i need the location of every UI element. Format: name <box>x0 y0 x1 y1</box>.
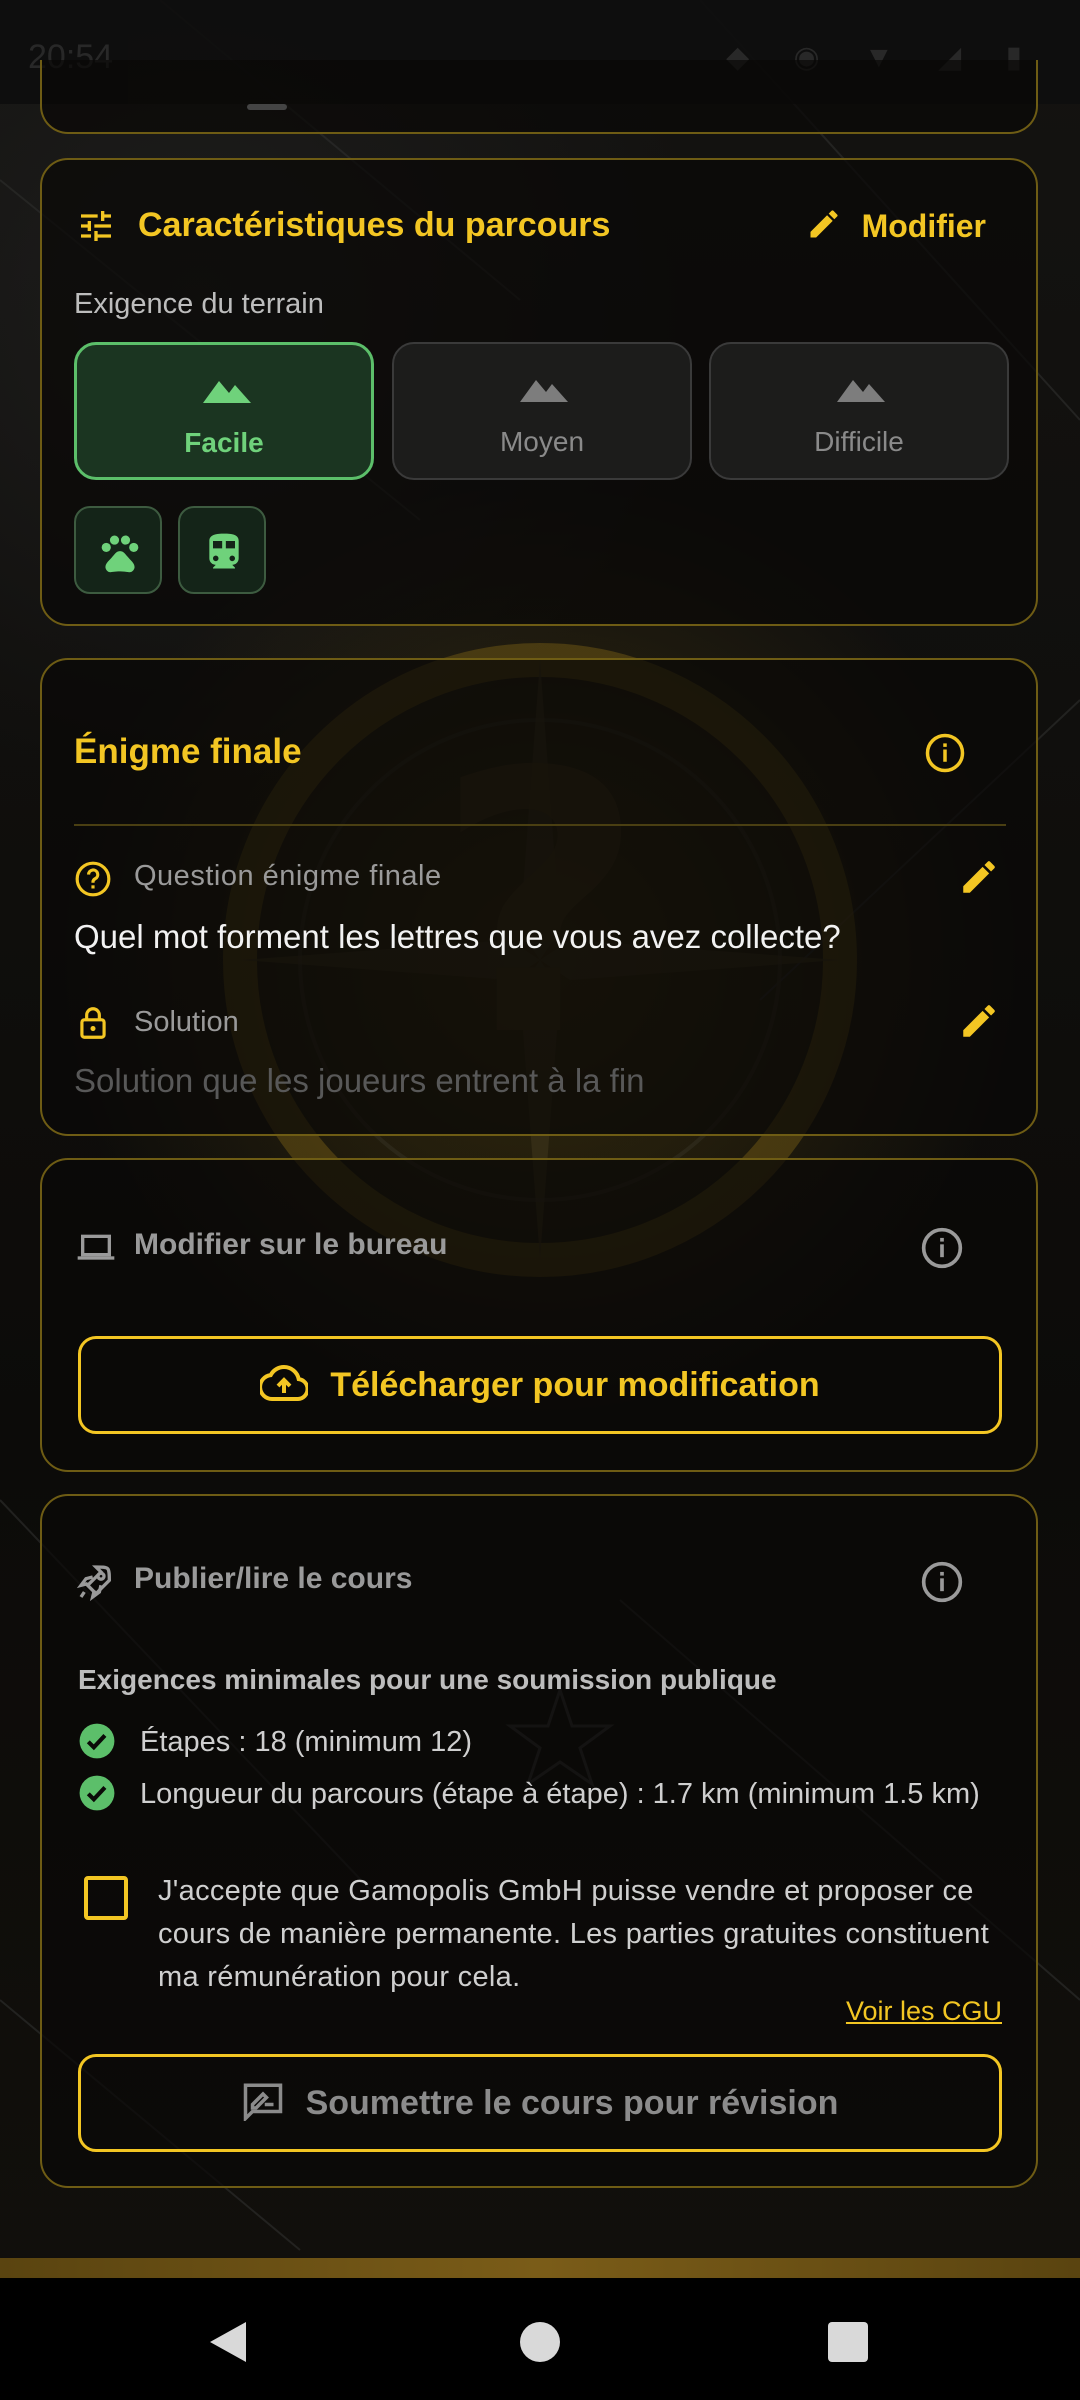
course-features-card: Caractéristiques du parcours Modifier Ex… <box>40 158 1038 626</box>
terrain-option-medium[interactable]: Moyen <box>392 342 692 480</box>
accept-terms-checkbox[interactable] <box>84 1876 128 1920</box>
mountain-icon <box>837 374 885 411</box>
final-riddle-card: Énigme finale Question énigme finale Que… <box>40 658 1038 1136</box>
pet-friendly-chip[interactable] <box>74 506 162 594</box>
info-icon[interactable] <box>924 732 966 779</box>
publish-card: Publier/lire le cours Exigences minimale… <box>40 1494 1038 2188</box>
accept-terms-text: J'accepte que Gamopolis GmbH puisse vend… <box>158 1875 990 1993</box>
train-icon <box>209 533 239 569</box>
terrain-option-hard[interactable]: Difficile <box>709 342 1009 480</box>
submit-for-review-label: Soumettre le cours pour révision <box>305 2083 839 2122</box>
public-transport-chip[interactable] <box>178 506 266 594</box>
course-features-title: Caractéristiques du parcours <box>138 206 611 244</box>
check-circle-icon <box>79 1723 115 1759</box>
back-icon[interactable] <box>206 2318 250 2371</box>
accept-terms-row[interactable]: J'accepte que Gamopolis GmbH puisse vend… <box>84 1870 1014 1999</box>
drag-handle <box>247 104 287 110</box>
info-icon[interactable] <box>920 1560 964 1609</box>
desktop-edit-title: Modifier sur le bureau <box>134 1228 448 1261</box>
mountain-icon <box>520 374 568 411</box>
terrain-option-easy[interactable]: Facile <box>74 342 374 480</box>
info-icon[interactable] <box>920 1226 964 1275</box>
final-riddle-title: Énigme finale <box>74 732 302 771</box>
tune-icon <box>76 206 116 251</box>
question-value: Quel mot forment les lettres que vous av… <box>74 918 841 955</box>
requirements-title: Exigences minimales pour une soumission … <box>78 1664 777 1695</box>
rate-review-icon <box>242 2081 284 2126</box>
system-navigation-bar <box>0 2278 1080 2400</box>
requirement-item: Longueur du parcours (étape à étape) : 1… <box>78 1774 1008 1814</box>
terrain-option-label: Facile <box>184 427 264 458</box>
cloud-upload-icon <box>258 1364 310 1406</box>
pencil-icon <box>963 861 995 893</box>
edit-question-button[interactable] <box>958 856 1000 903</box>
previous-card <box>40 60 1038 134</box>
terrain-option-label: Difficile <box>814 426 904 457</box>
check-circle-icon <box>79 1775 115 1811</box>
pencil-icon <box>963 1005 995 1037</box>
question-circle-icon <box>74 860 112 903</box>
rocket-icon <box>76 1562 116 1607</box>
pencil-icon <box>806 206 842 247</box>
mountain-icon <box>203 375 251 412</box>
desktop-edit-card: Modifier sur le bureau Télécharger pour … <box>40 1158 1038 1472</box>
bottom-decoration <box>0 2258 1080 2278</box>
requirement-item: Étapes : 18 (minimum 12) <box>78 1722 1008 1762</box>
edit-solution-button[interactable] <box>958 1000 1000 1047</box>
upload-for-edit-label: Télécharger pour modification <box>330 1365 820 1404</box>
requirement-text: Longueur du parcours (étape à étape) : 1… <box>140 1778 980 1810</box>
terms-link[interactable]: Voir les CGU <box>846 1996 1002 2027</box>
solution-placeholder: Solution que les joueurs entrent à la fi… <box>74 1062 645 1099</box>
terrain-option-label: Moyen <box>499 426 585 457</box>
question-label: Question énigme finale <box>134 860 442 892</box>
laptop-icon <box>76 1230 116 1271</box>
publish-title: Publier/lire le cours <box>134 1562 413 1595</box>
upload-for-edit-button[interactable]: Télécharger pour modification <box>78 1336 1002 1434</box>
home-icon[interactable] <box>518 2318 562 2371</box>
edit-features-label: Modifier <box>861 208 986 244</box>
divider <box>74 824 1006 826</box>
submit-for-review-button[interactable]: Soumettre le cours pour révision <box>78 2054 1002 2152</box>
recents-icon[interactable] <box>826 2318 870 2371</box>
terrain-label: Exigence du terrain <box>74 288 324 320</box>
requirement-text: Étapes : 18 (minimum 12) <box>140 1726 473 1758</box>
edit-features-button[interactable]: Modifier <box>806 206 986 247</box>
solution-label: Solution <box>134 1006 239 1038</box>
paw-icon <box>101 535 139 573</box>
lock-icon <box>74 1004 112 1047</box>
